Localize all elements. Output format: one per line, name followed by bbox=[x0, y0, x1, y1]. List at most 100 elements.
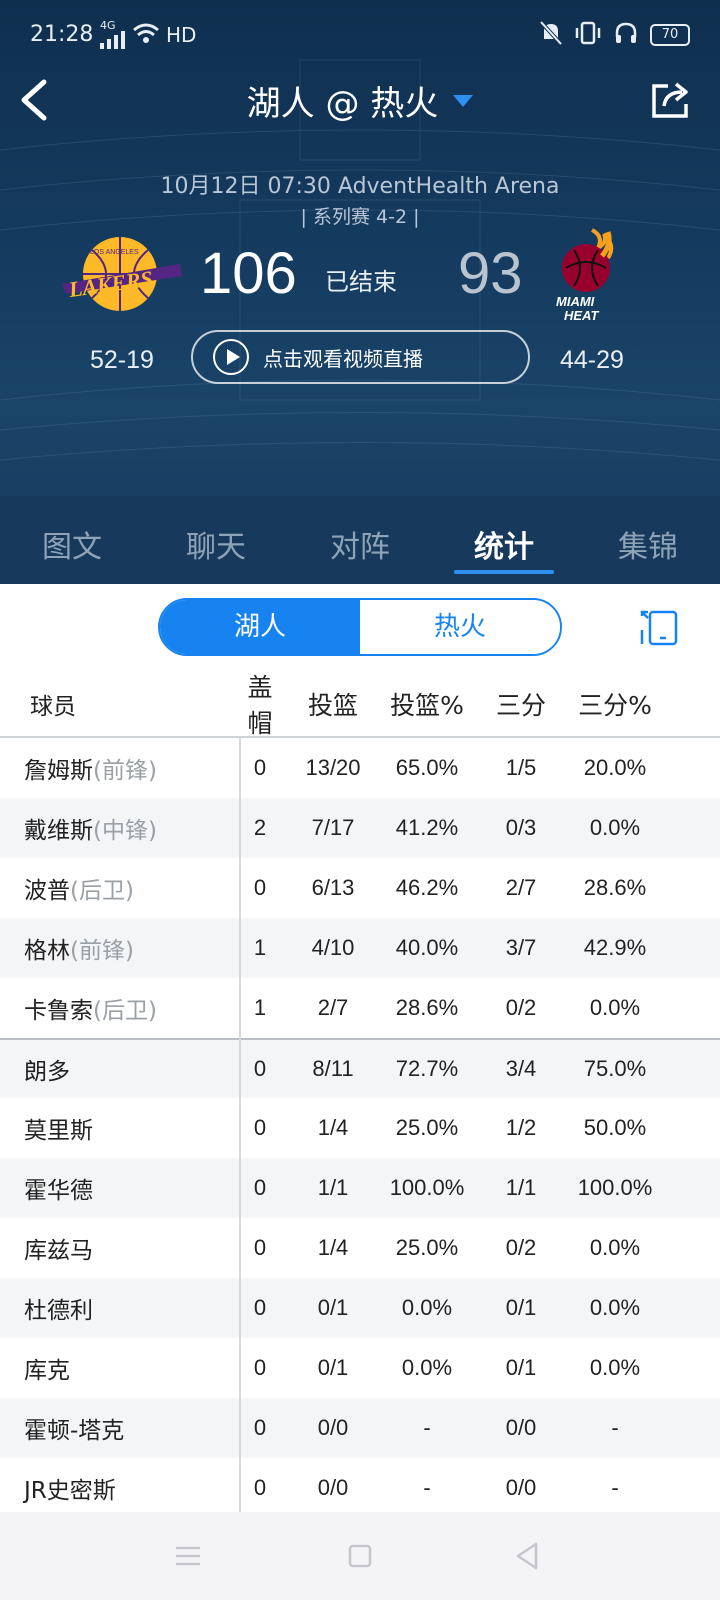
player-name-cell: JR史密斯 bbox=[0, 1471, 240, 1505]
rotate-screen-button[interactable] bbox=[640, 608, 680, 648]
table-row[interactable]: JR史密斯 0 0/0 - 0/0 - bbox=[0, 1458, 720, 1512]
three-pt-cell: 0/2 bbox=[505, 995, 537, 1020]
col-header-3p-pct[interactable]: 三分% bbox=[574, 686, 656, 722]
vibrate-icon bbox=[574, 21, 602, 49]
blocks-cell: 0 bbox=[253, 1235, 267, 1260]
menu-icon bbox=[176, 1546, 200, 1566]
table-row[interactable]: 詹姆斯(前锋) 0 13/20 65.0% 1/5 20.0% bbox=[0, 738, 720, 798]
blocks-cell: 1 bbox=[253, 935, 267, 960]
home-record: 52-19 bbox=[90, 346, 154, 374]
player-name-cell: 朗多 bbox=[0, 1052, 240, 1086]
series-info: | 系列赛 4-2 | bbox=[300, 206, 420, 228]
match-selector[interactable]: 湖人 @ 热火 bbox=[0, 76, 720, 125]
three-pt-pct-cell: 20.0% bbox=[583, 755, 647, 780]
home-button[interactable] bbox=[342, 1538, 378, 1574]
player-name-cell: 格林(前锋) bbox=[0, 931, 240, 965]
blocks-cell: 0 bbox=[253, 1295, 267, 1320]
col-header-player[interactable]: 球员 bbox=[0, 687, 240, 721]
table-row[interactable]: 朗多 0 8/11 72.7% 3/4 75.0% bbox=[0, 1038, 720, 1098]
blocks-cell: 0 bbox=[253, 1415, 267, 1440]
three-pt-cell: 3/4 bbox=[505, 1056, 537, 1081]
fg-pct-cell: - bbox=[423, 1475, 431, 1500]
three-pt-cell: 0/0 bbox=[505, 1415, 537, 1440]
fg-pct-cell: 0.0% bbox=[401, 1355, 453, 1380]
table-row[interactable]: 霍华德 0 1/1 100.0% 1/1 100.0% bbox=[0, 1158, 720, 1218]
battery-icon: 70 bbox=[650, 24, 690, 46]
three-pt-cell: 0/1 bbox=[505, 1295, 537, 1320]
triangle-back-icon bbox=[516, 1542, 538, 1570]
table-row[interactable]: 库兹马 0 1/4 25.0% 0/2 0.0% bbox=[0, 1218, 720, 1278]
three-pt-cell: 1/1 bbox=[505, 1175, 537, 1200]
heat-logo[interactable]: MIAMI HEAT bbox=[552, 228, 624, 324]
fg-pct-cell: 46.2% bbox=[395, 875, 459, 900]
fg-cell: 0/1 bbox=[317, 1355, 349, 1380]
blocks-cell: 0 bbox=[253, 1175, 267, 1200]
player-name: 朗多 bbox=[24, 1059, 70, 1085]
col-header-blocks[interactable]: 盖帽 bbox=[240, 672, 280, 740]
tab-bar: 图文 聊天 对阵 统计 集锦 bbox=[0, 496, 720, 584]
table-row[interactable]: 戴维斯(中锋) 2 7/17 41.2% 0/3 0.0% bbox=[0, 798, 720, 858]
table-row[interactable]: 杜德利 0 0/1 0.0% 0/1 0.0% bbox=[0, 1278, 720, 1338]
fg-cell: 1/4 bbox=[317, 1115, 349, 1140]
player-name-cell: 库克 bbox=[0, 1351, 240, 1385]
lakers-logo-subtext: LOS ANGELES bbox=[90, 249, 139, 256]
home-square-icon bbox=[348, 1544, 372, 1568]
table-row[interactable]: 霍顿-塔克 0 0/0 - 0/0 - bbox=[0, 1398, 720, 1458]
three-pt-pct-cell: 75.0% bbox=[583, 1056, 647, 1081]
game-status: 已结束 bbox=[325, 268, 397, 296]
player-name: 库克 bbox=[24, 1358, 70, 1384]
fg-cell: 0/0 bbox=[317, 1415, 349, 1440]
player-position: (中锋) bbox=[93, 818, 157, 844]
caret-down-icon bbox=[453, 94, 474, 107]
lakers-logo[interactable]: LAKERS LOS ANGELES bbox=[60, 234, 185, 314]
player-name-cell: 杜德利 bbox=[0, 1291, 240, 1325]
three-pt-cell: 0/0 bbox=[505, 1475, 537, 1500]
table-row[interactable]: 波普(后卫) 0 6/13 46.2% 2/7 28.6% bbox=[0, 858, 720, 918]
blocks-cell: 1 bbox=[253, 995, 267, 1020]
headphones-icon bbox=[614, 21, 638, 49]
table-row[interactable]: 格林(前锋) 1 4/10 40.0% 3/7 42.9% bbox=[0, 918, 720, 978]
player-name: 库兹马 bbox=[24, 1238, 93, 1264]
mute-bell-icon bbox=[539, 20, 563, 49]
fg-pct-cell: 72.7% bbox=[395, 1056, 459, 1081]
three-pt-pct-cell: 0.0% bbox=[589, 815, 641, 840]
col-header-3p[interactable]: 三分 bbox=[468, 686, 574, 722]
menu-button[interactable] bbox=[170, 1538, 206, 1574]
watch-live-button[interactable]: 点击观看视频直播 bbox=[191, 330, 530, 384]
tab-matchup[interactable]: 对阵 bbox=[288, 496, 432, 584]
team-toggle-lakers[interactable]: 湖人 bbox=[160, 600, 360, 654]
table-row[interactable]: 库克 0 0/1 0.0% 0/1 0.0% bbox=[0, 1338, 720, 1398]
fg-cell: 0/1 bbox=[317, 1295, 349, 1320]
blocks-cell: 0 bbox=[253, 755, 267, 780]
back-nav-button[interactable] bbox=[510, 1538, 546, 1574]
tab-chat[interactable]: 聊天 bbox=[144, 496, 288, 584]
table-row[interactable]: 莫里斯 0 1/4 25.0% 1/2 50.0% bbox=[0, 1098, 720, 1158]
col-header-fg[interactable]: 投篮 bbox=[280, 686, 386, 722]
heat-logo-text-2: HEAT bbox=[564, 308, 599, 323]
player-name: JR史密斯 bbox=[24, 1478, 116, 1504]
match-title: 湖人 @ 热火 bbox=[246, 84, 439, 124]
tab-text-live[interactable]: 图文 bbox=[0, 496, 144, 584]
player-name: 霍华德 bbox=[24, 1178, 93, 1204]
col-header-fg-pct[interactable]: 投篮% bbox=[386, 686, 468, 722]
table-row[interactable]: 卡鲁索(后卫) 1 2/7 28.6% 0/2 0.0% bbox=[0, 978, 720, 1038]
three-pt-cell: 0/1 bbox=[505, 1355, 537, 1380]
player-position: (前锋) bbox=[93, 758, 157, 784]
blocks-cell: 0 bbox=[253, 1475, 267, 1500]
home-score: 106 bbox=[200, 241, 297, 306]
tab-highlights[interactable]: 集锦 bbox=[576, 496, 720, 584]
player-name-cell: 库兹马 bbox=[0, 1231, 240, 1265]
three-pt-cell: 1/5 bbox=[505, 755, 537, 780]
player-name: 霍顿-塔克 bbox=[24, 1418, 125, 1444]
team-toggle-heat[interactable]: 热火 bbox=[360, 600, 560, 654]
hd-label: HD bbox=[166, 23, 197, 47]
three-pt-cell: 1/2 bbox=[505, 1115, 537, 1140]
rotate-screen-icon bbox=[640, 610, 678, 646]
player-stats-table[interactable]: 球员 盖帽 投篮 投篮% 三分 三分% 詹姆斯(前锋) 0 13/20 65.0% 1/… bbox=[0, 672, 720, 1512]
system-nav-bar bbox=[0, 1512, 720, 1600]
status-time: 21:28 bbox=[30, 22, 94, 47]
tab-stats[interactable]: 统计 bbox=[432, 496, 576, 584]
watch-live-label: 点击观看视频直播 bbox=[263, 346, 423, 371]
three-pt-pct-cell: - bbox=[611, 1475, 619, 1500]
share-button[interactable] bbox=[650, 80, 692, 120]
